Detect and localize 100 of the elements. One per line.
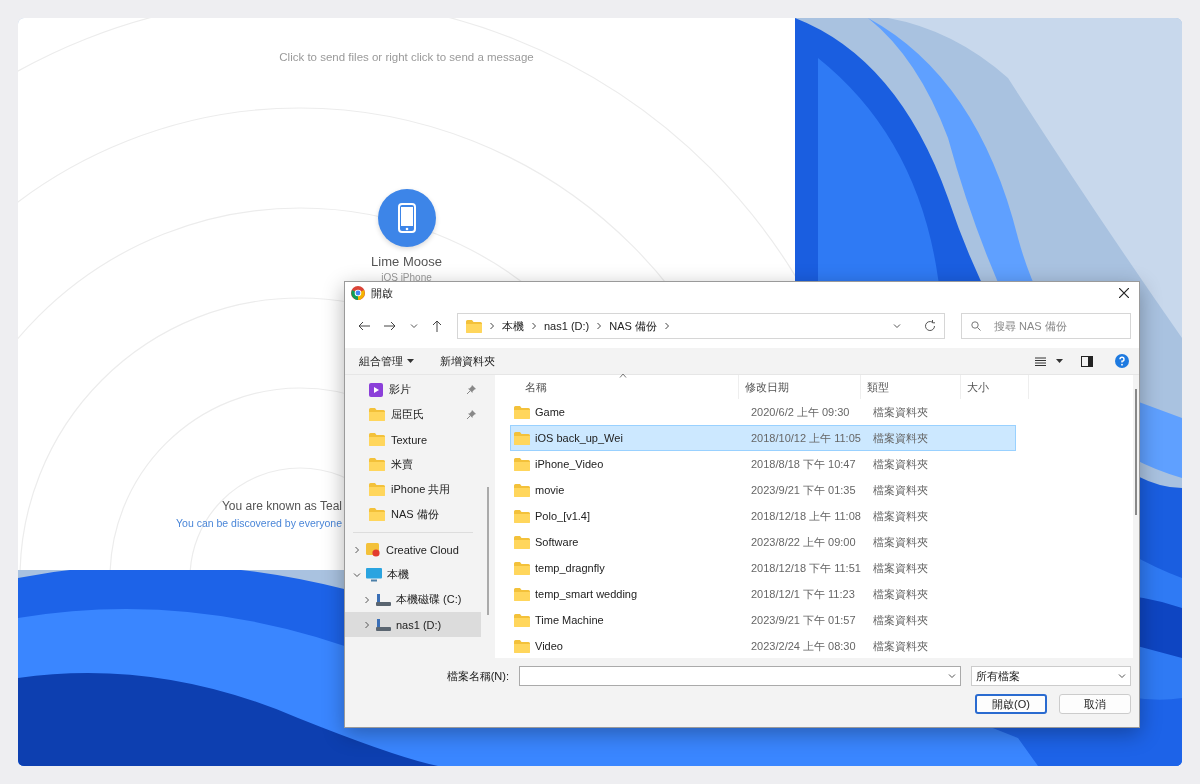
browser-logo-icon — [351, 286, 365, 300]
arrow-up-icon — [432, 320, 442, 332]
modified-date: 2023/9/21 下午 01:57 — [750, 612, 857, 628]
search-field[interactable]: 搜尋 NAS 備份 — [961, 313, 1131, 339]
file-row[interactable]: Time Machine 2023/9/21 下午 01:57 檔案資料夾 — [510, 607, 1016, 633]
folder-icon — [514, 639, 530, 653]
file-name: Time Machine — [535, 614, 604, 626]
drive-icon — [376, 593, 391, 606]
modified-date: 2018/10/12 上午 11:05 — [750, 430, 862, 446]
search-icon — [971, 321, 981, 331]
file-type: 檔案資料夾 — [872, 534, 929, 550]
folder-icon — [514, 587, 530, 601]
sidebar-item[interactable]: NAS 備份 — [345, 502, 481, 527]
chevron-down-icon[interactable] — [1118, 672, 1126, 680]
cloud-folder-icon — [366, 542, 381, 557]
cancel-button[interactable]: 取消 — [1059, 694, 1131, 714]
device-type: iOS iPhone — [381, 272, 432, 283]
file-name: iPhone_Video — [535, 458, 604, 470]
folder-icon — [466, 319, 482, 333]
file-row[interactable]: iOS back_up_Wei 2018/10/12 上午 11:05 檔案資料夾 — [510, 425, 1016, 451]
file-type: 檔案資料夾 — [872, 482, 929, 498]
sidebar-item[interactable]: nas1 (D:) — [345, 612, 481, 637]
folder-icon — [369, 408, 385, 421]
sidebar-item[interactable]: Texture — [345, 427, 481, 452]
modified-date: 2018/8/18 下午 10:47 — [750, 456, 857, 472]
video-icon — [369, 382, 383, 397]
folder-icon — [514, 509, 530, 523]
file-type: 檔案資料夾 — [872, 586, 929, 602]
toolbar-button[interactable]: 組合管理 — [359, 353, 414, 369]
breadcrumb-chevron-icon — [531, 322, 537, 330]
modified-date: 2018/12/1 下午 11:23 — [750, 586, 856, 602]
phone-icon — [397, 203, 416, 233]
sidebar-item[interactable]: 米賣 — [345, 452, 481, 477]
chevron-down-icon[interactable] — [948, 672, 956, 680]
caret-icon — [407, 359, 414, 363]
column-header[interactable]: 大小 — [961, 375, 1029, 399]
address-bar[interactable]: 本機 nas1 (D:) NAS 備份 — [457, 313, 945, 339]
chevron-down-icon[interactable] — [410, 322, 418, 330]
pin-icon — [467, 410, 476, 419]
breadcrumb-chevron-icon — [596, 322, 603, 330]
computer-icon — [366, 567, 382, 582]
file-row[interactable]: temp_smart wedding 2018/12/1 下午 11:23 檔案資料夾 — [510, 581, 1016, 607]
folder-icon — [514, 483, 530, 497]
file-type: 檔案資料夾 — [872, 508, 929, 524]
sidebar-item[interactable]: 影片 — [345, 377, 481, 402]
file-type: 檔案資料夾 — [872, 638, 929, 654]
folder-icon — [369, 483, 385, 496]
file-row[interactable]: temp_dragnfly 2018/12/18 下午 11:51 檔案資料夾 — [510, 555, 1016, 581]
breadcrumb-item[interactable]: 本機 — [502, 318, 524, 334]
window-title: 開啟 — [371, 285, 394, 301]
file-row[interactable]: iPhone_Video 2018/8/18 下午 10:47 檔案資料夾 — [510, 451, 1016, 477]
refresh-icon[interactable] — [924, 320, 936, 332]
chevron-right-icon[interactable] — [363, 620, 371, 629]
folder-icon — [369, 508, 385, 521]
arrow-right-icon — [384, 321, 396, 331]
filename-field[interactable] — [519, 666, 961, 686]
modified-date: 2023/2/24 上午 08:30 — [750, 638, 857, 654]
modified-date: 2023/9/21 下午 01:35 — [750, 482, 857, 498]
help-icon[interactable] — [1115, 354, 1129, 368]
open-button[interactable]: 開啟(O) — [975, 694, 1047, 714]
folder-icon — [514, 561, 530, 575]
file-row[interactable]: Software 2023/8/22 上午 09:00 檔案資料夾 — [510, 529, 1016, 555]
modified-date: 2020/6/2 上午 09:30 — [750, 404, 851, 420]
sidebar-item[interactable]: 屈臣氏 — [345, 402, 481, 427]
file-name: temp_dragnfly — [535, 562, 605, 574]
file-row[interactable]: movie 2023/9/21 下午 01:35 檔案資料夾 — [510, 477, 1016, 503]
file-row[interactable]: Game 2020/6/2 上午 09:30 檔案資料夾 — [510, 399, 1016, 425]
column-header[interactable]: 類型 — [861, 375, 961, 399]
column-header[interactable]: 名稱 — [505, 375, 739, 399]
sidebar-item[interactable]: Creative Cloud — [345, 537, 481, 562]
file-name: temp_smart wedding — [535, 588, 638, 600]
column-header[interactable]: 修改日期 — [739, 375, 861, 399]
chevron-down-icon[interactable] — [893, 322, 901, 330]
device-name: Lime Moose — [371, 254, 442, 269]
arrow-left-icon — [358, 321, 370, 331]
hint-text: Click to send files or right click to send a message — [279, 51, 534, 63]
modified-date: 2023/8/22 上午 09:00 — [750, 534, 857, 550]
preview-pane-icon[interactable] — [1081, 355, 1093, 367]
breadcrumb-chevron-icon — [489, 322, 495, 330]
drive-icon — [376, 618, 391, 631]
view-list-icon[interactable] — [1035, 356, 1046, 366]
caret-icon[interactable] — [1056, 359, 1063, 363]
discovery-link[interactable]: You can be discovered by everyone — [176, 517, 342, 529]
folder-icon — [514, 431, 530, 445]
breadcrumb-item[interactable]: NAS 備份 — [609, 318, 657, 334]
file-row[interactable]: Video 2023/2/24 上午 08:30 檔案資料夾 — [510, 633, 1016, 659]
file-type: 檔案資料夾 — [872, 404, 929, 420]
chevron-down-icon[interactable] — [353, 570, 361, 579]
file-row[interactable]: Polo_[v1.4] 2018/12/18 上午 11:08 檔案資料夾 — [510, 503, 1016, 529]
file-name: Video — [535, 640, 563, 652]
breadcrumb-item[interactable]: nas1 (D:) — [544, 320, 590, 332]
modified-date: 2018/12/18 下午 11:51 — [750, 560, 862, 576]
file-type-dropdown[interactable]: 所有檔案 — [971, 666, 1131, 686]
sidebar-item[interactable]: 本機 — [345, 562, 481, 587]
sidebar-item[interactable]: 本機磁碟 (C:) — [345, 587, 481, 612]
toolbar-button[interactable]: 新增資料夾 — [440, 353, 495, 369]
chevron-right-icon[interactable] — [363, 595, 371, 604]
chevron-right-icon[interactable] — [353, 545, 361, 554]
sidebar-item[interactable]: iPhone 共用 — [345, 477, 481, 502]
sort-caret-icon — [619, 373, 627, 378]
